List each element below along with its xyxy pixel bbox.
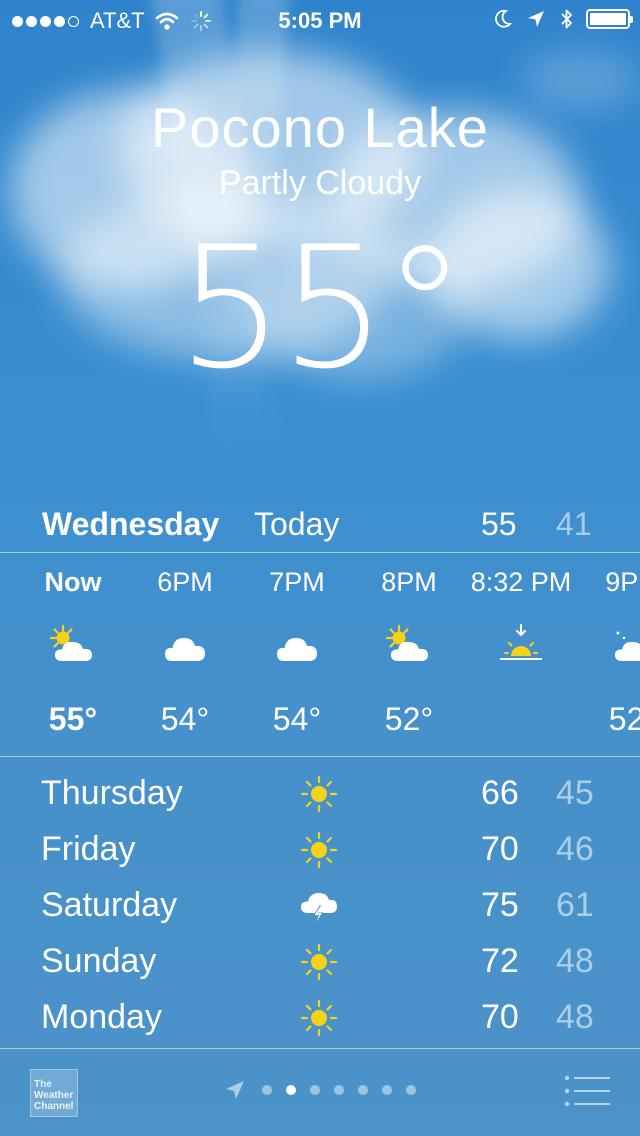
day-low-temp: 61 [556,886,594,924]
sunset-icon [494,623,548,669]
day-low-temp: 45 [556,774,594,812]
page-dot[interactable] [358,1085,368,1095]
page-dot[interactable] [406,1085,416,1095]
page-dot[interactable] [262,1085,272,1095]
day-high-temp: 70 [481,998,519,1036]
day-low-temp: 48 [556,942,594,980]
sun-icon [300,999,338,1037]
logo-text-line: Channel [34,1101,74,1112]
day-high-temp: 75 [481,886,519,924]
logo-text-line: Weather [34,1090,74,1101]
bluetooth-icon [561,9,572,29]
current-temperature: 55° [177,210,467,406]
bottom-toolbar: The Weather Channel [0,1049,640,1136]
hourly-item: Now 55° [17,555,129,755]
weather-condition: Partly Cloudy [218,164,422,202]
day-name: Saturday [41,886,178,924]
thunderstorm-icon [301,893,337,924]
hour-time: 9PM [605,567,640,597]
today-high-temp: 55 [481,506,517,542]
hourly-item: 8:32 PM [465,555,577,755]
daily-row: Monday 70 48 [0,990,640,1046]
daily-forecast-list: Thursday 66 45 Friday 70 46 Saturday 75 … [0,766,640,1046]
day-name: Thursday [41,774,183,812]
day-high-temp: 66 [481,774,519,812]
city-name: Pocono Lake [151,96,489,159]
status-bar: AT&T 5:05 PM [0,0,640,40]
hour-temperature: 54° [160,701,210,737]
hour-time: 8:32 PM [470,567,572,597]
sun-icon [300,943,338,981]
battery-icon [586,9,633,29]
day-low-temp: 46 [556,830,594,868]
daily-row: Sunday 72 48 [0,934,640,990]
hourly-item: 6PM 54° [129,555,241,755]
divider [0,552,640,553]
page-dot[interactable] [334,1085,344,1095]
current-weather: Pocono Lake Partly Cloudy 55° [0,95,640,396]
hour-time: 7PM [269,567,325,597]
hour-temperature: 52° [384,701,434,737]
cloud-icon [158,623,212,669]
page-indicator[interactable] [224,1077,430,1103]
hourly-item: 8PM 52° [353,555,465,755]
hourly-item: 7PM 54° [241,555,353,755]
hour-time: 8PM [381,567,437,597]
hourly-item: 9PM 52° [577,555,640,755]
hour-temperature: 55° [48,701,98,737]
daily-row: Thursday 66 45 [0,766,640,822]
location-icon [528,11,544,27]
page-dot[interactable] [286,1085,296,1095]
partly-cloudy-icon [382,623,436,669]
cloud-icon [270,623,324,669]
daily-row: Friday 70 46 [0,822,640,878]
day-name: Friday [41,830,136,868]
city-list-button[interactable] [564,1075,610,1107]
day-name: Monday [41,998,162,1036]
hour-temperature: 52° [608,701,640,737]
sun-icon [300,775,338,813]
moon-icon [495,9,512,28]
weather-channel-logo[interactable]: The Weather Channel [30,1069,78,1117]
night-cloud-icon [606,623,640,669]
day-low-temp: 48 [556,998,594,1036]
day-high-temp: 72 [481,942,519,980]
hourly-forecast-scroll[interactable]: Now 55° 6PM 54° 7PM 54° 8PM 52° 8:32 PM … [0,555,640,755]
today-day-name: Wednesday [42,506,220,542]
hour-time: 6PM [157,567,213,597]
hour-time: Now [44,567,102,597]
today-summary-row: Wednesday Today 55 41 [0,502,640,550]
day-name: Sunday [41,942,157,980]
divider [0,756,640,757]
sun-icon [300,831,338,869]
hour-temperature: 54° [272,701,322,737]
today-low-temp: 41 [556,506,592,542]
logo-text-line: The [34,1079,52,1090]
page-dot[interactable] [382,1085,392,1095]
day-high-temp: 70 [481,830,519,868]
current-location-arrow-icon [226,1081,244,1099]
partly-cloudy-icon [46,623,100,669]
daily-row: Saturday 75 61 [0,878,640,934]
today-label: Today [254,506,340,542]
page-dot[interactable] [310,1085,320,1095]
